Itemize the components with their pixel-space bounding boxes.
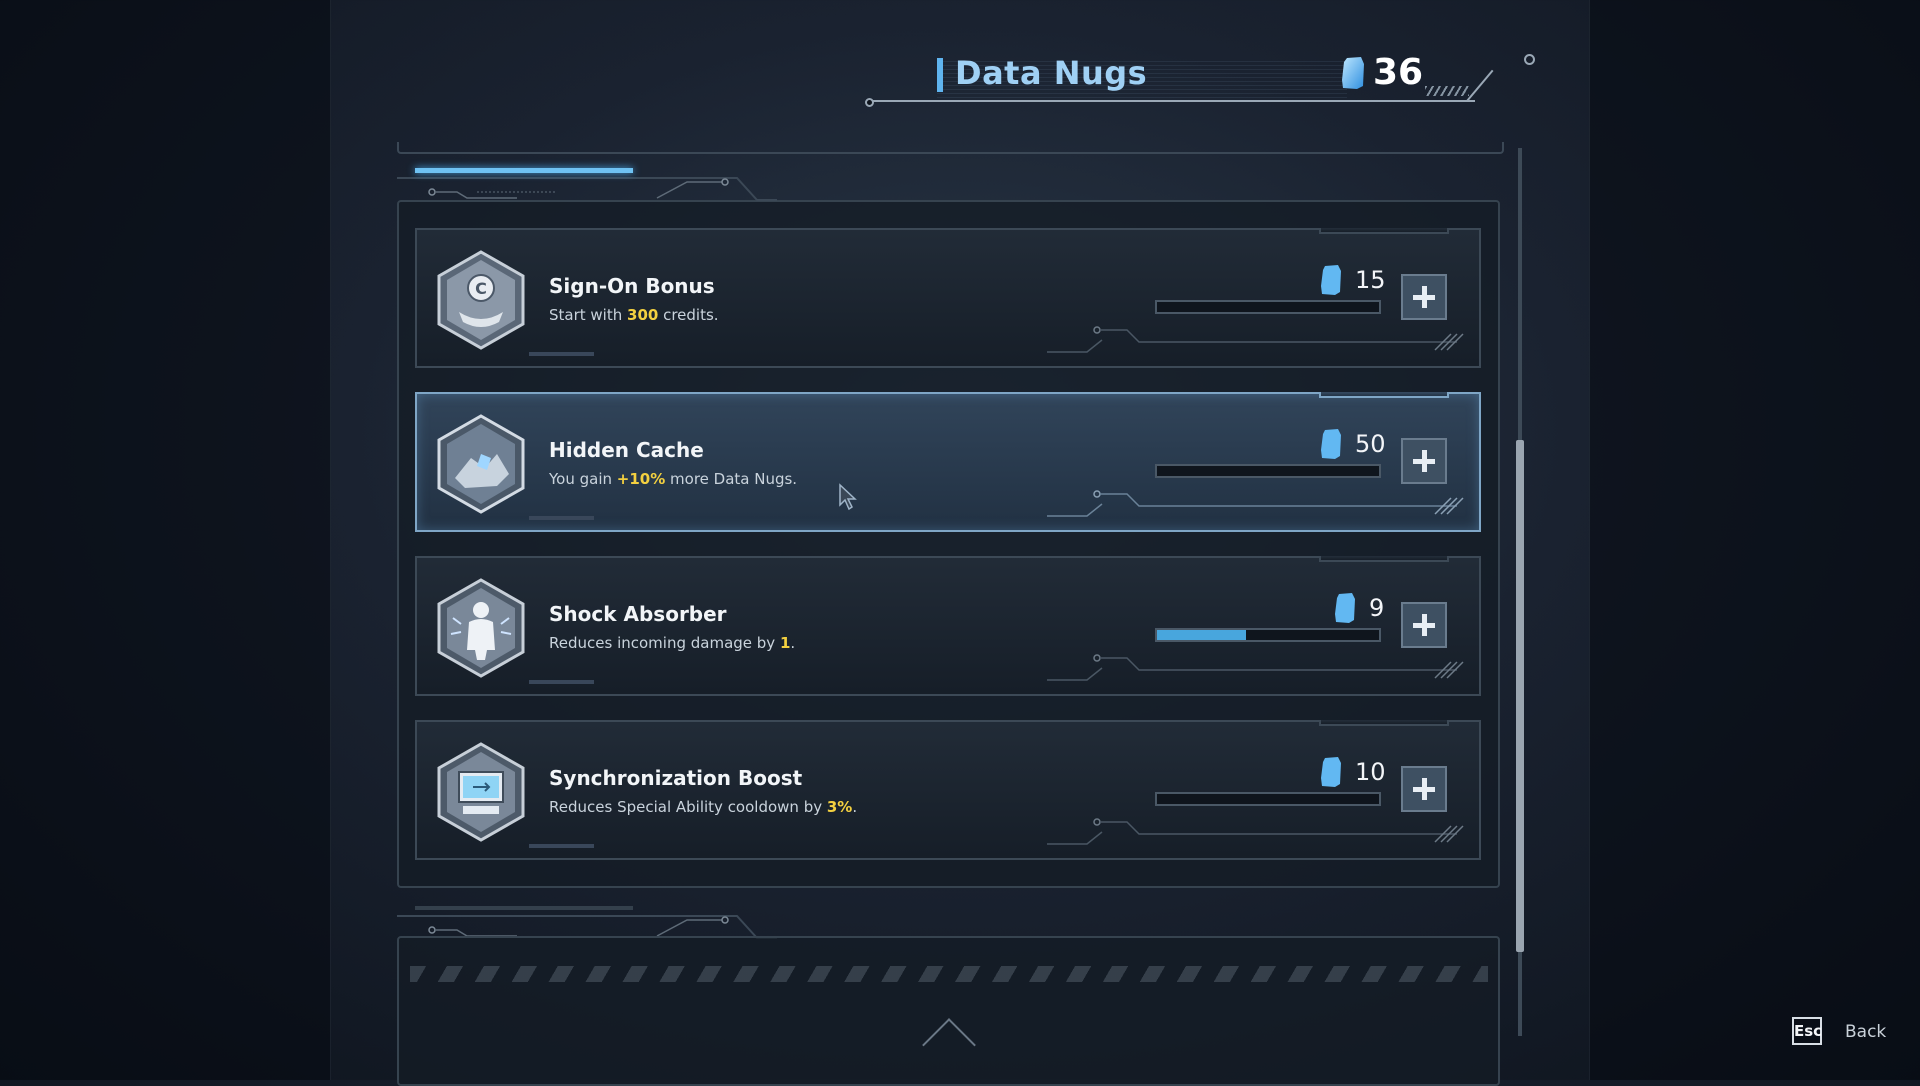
perk-progress-bar — [1155, 464, 1381, 478]
perk-name: Synchronization Boost — [549, 766, 803, 790]
card-circuit-decoration — [1047, 654, 1464, 681]
back-button[interactable]: Back — [1845, 1022, 1886, 1042]
tab-progress-indicator — [415, 168, 633, 173]
panel-tab-decoration — [397, 177, 777, 201]
card-left-decoration — [529, 352, 659, 356]
card-circuit-decoration — [1047, 818, 1464, 845]
perk-cost: 50 — [1355, 430, 1386, 458]
perk-name: Sign-On Bonus — [549, 274, 715, 298]
perk-cost: 9 — [1369, 594, 1385, 622]
card-tab-notch — [1319, 720, 1449, 726]
card-circuit-decoration — [1047, 490, 1464, 517]
page-title: Data Nugs — [955, 54, 1148, 92]
hidden-cache-icon — [437, 414, 525, 514]
header-node-left — [865, 98, 874, 107]
perk-progress-bar — [1155, 628, 1381, 642]
perk-card-shock-absorber[interactable]: Shock Absorber Reduces incoming damage b… — [415, 556, 1481, 696]
perk-progress-fill — [1157, 630, 1246, 640]
data-nug-icon — [1321, 757, 1341, 787]
add-perk-button[interactable] — [1401, 274, 1447, 320]
shock-absorber-icon — [437, 578, 525, 678]
left-vignette — [0, 0, 331, 1080]
sync-computer-icon — [437, 742, 525, 842]
header-accent — [937, 58, 943, 92]
data-nug-icon — [1321, 265, 1341, 295]
perk-name: Shock Absorber — [549, 602, 727, 626]
header-line — [873, 100, 1475, 102]
card-tab-notch — [1319, 228, 1449, 234]
add-perk-button[interactable] — [1401, 438, 1447, 484]
perk-description: Reduces incoming damage by 1. — [549, 634, 796, 652]
card-left-decoration — [529, 680, 659, 684]
svg-text:C: C — [475, 279, 487, 298]
perk-description: Reduces Special Ability cooldown by 3%. — [549, 798, 858, 816]
scrollbar-thumb[interactable] — [1516, 440, 1524, 952]
credits-hand-icon: C — [437, 250, 525, 350]
data-nugs-balance: 36 — [1373, 52, 1424, 93]
locked-stripes — [410, 966, 1488, 982]
perk-progress-bar — [1155, 792, 1381, 806]
header-diagonal — [1466, 69, 1494, 102]
perk-cost: 10 — [1355, 758, 1386, 786]
data-nug-icon — [1335, 593, 1355, 623]
perk-description: Start with 300 credits. — [549, 306, 719, 324]
data-nug-icon — [1321, 429, 1341, 459]
data-nug-icon — [1342, 57, 1364, 89]
perk-description: You gain +10% more Data Nugs. — [549, 470, 798, 488]
header-hatch — [1425, 86, 1469, 96]
card-tab-notch — [1319, 392, 1449, 398]
perk-card-synchronization-boost[interactable]: Synchronization Boost Reduces Special Ab… — [415, 720, 1481, 860]
add-perk-button[interactable] — [1401, 602, 1447, 648]
perk-name: Hidden Cache — [549, 438, 704, 462]
card-circuit-decoration — [1047, 326, 1464, 353]
esc-key-icon[interactable]: Esc — [1792, 1017, 1822, 1045]
right-vignette — [1589, 0, 1920, 1080]
card-left-decoration — [529, 516, 659, 520]
card-tab-notch — [1319, 556, 1449, 562]
perk-card-hidden-cache[interactable]: Hidden Cache You gain +10% more Data Nug… — [415, 392, 1481, 532]
header-node-right — [1524, 54, 1535, 65]
currency-header: Data Nugs 36 — [865, 40, 1535, 110]
previous-panel-edge — [397, 142, 1504, 154]
perk-card-sign-on-bonus[interactable]: C Sign-On Bonus Start with 300 credits. … — [415, 228, 1481, 368]
perk-progress-bar — [1155, 300, 1381, 314]
add-perk-button[interactable] — [1401, 766, 1447, 812]
card-left-decoration — [529, 844, 659, 848]
mouse-cursor-icon — [839, 483, 857, 511]
perk-cost: 15 — [1355, 266, 1386, 294]
